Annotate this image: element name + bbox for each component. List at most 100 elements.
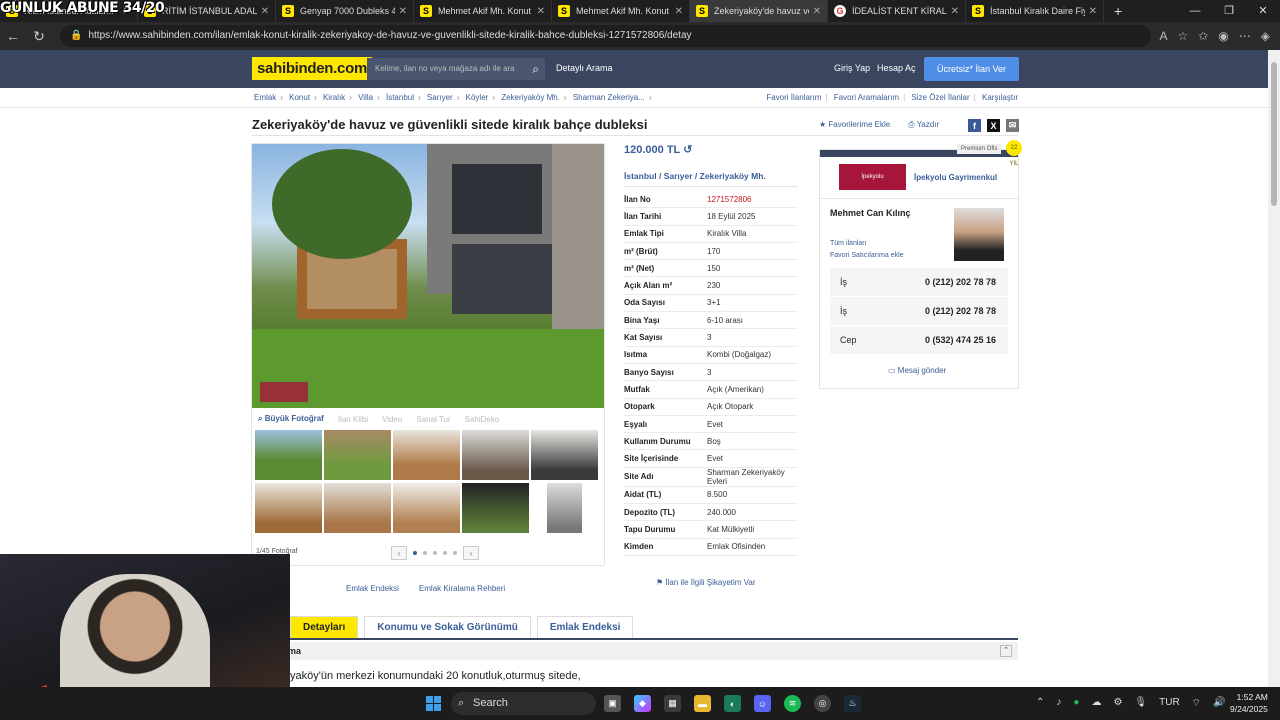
breadcrumb-item[interactable]: Köyler — [466, 93, 489, 102]
store-icon[interactable]: ▦ — [664, 695, 681, 712]
edge-icon[interactable]: ◐ — [724, 695, 741, 712]
pager-dot[interactable] — [433, 551, 437, 555]
location-district[interactable]: Sarıyer — [664, 171, 693, 181]
favorite-seller-link[interactable]: Favori Satıcılarıma ekle — [830, 252, 904, 259]
photo-thumbnail[interactable] — [462, 483, 529, 533]
new-tab-icon[interactable]: + — [1104, 3, 1132, 19]
tab-real-estate-index[interactable]: Emlak Endeksi — [536, 616, 634, 638]
complaint-link[interactable]: ⚑ İlan ile İlgili Şikayetim Var — [656, 578, 756, 587]
post-listing-button[interactable]: Ücretsiz* İlan Ver — [924, 57, 1019, 81]
close-icon[interactable]: ✕ — [1089, 6, 1097, 17]
login-link[interactable]: Giriş Yap — [834, 63, 870, 73]
browser-tab-active[interactable]: S Zekeriyaköy'de havuz ve gü... ✕ — [690, 0, 828, 22]
pager-dot[interactable] — [443, 551, 447, 555]
taskbar-search[interactable]: ⌕ Search — [451, 692, 596, 715]
volume-icon[interactable]: ♪ — [1056, 697, 1061, 710]
all-listings-link[interactable]: Tüm ilanları — [830, 240, 867, 247]
favorite-listings-link[interactable]: Favori İlanlarım — [766, 93, 821, 102]
main-photo[interactable] — [252, 144, 604, 408]
close-icon[interactable]: ✕ — [399, 6, 407, 17]
photo-thumbnail[interactable] — [255, 483, 322, 533]
chevron-right-icon[interactable]: › — [463, 546, 479, 560]
photo-thumbnail[interactable] — [393, 483, 460, 533]
breadcrumb-item[interactable]: Zekeriyaköy Mh. — [501, 93, 560, 102]
steam-icon[interactable]: ♨ — [844, 695, 861, 712]
close-icon[interactable]: ✕ — [951, 6, 959, 17]
tab-details[interactable]: Detayları — [290, 616, 359, 638]
browser-tab[interactable]: S Mehmet Akif Mh. Konut Fiy... ✕ — [414, 0, 552, 22]
wifi-icon[interactable]: ⌔ — [1192, 697, 1201, 710]
windows-start-icon[interactable] — [426, 696, 441, 711]
close-icon[interactable]: ✕ — [675, 6, 683, 17]
detailed-search-link[interactable]: Detaylı Arama — [556, 63, 613, 73]
search-input[interactable]: Kelime, ilan no veya mağaza adı ile ara ⌕ — [367, 58, 545, 80]
close-window-icon[interactable]: ✕ — [1246, 0, 1280, 22]
breadcrumb-item[interactable]: Sharman Zekeriya... — [573, 93, 645, 102]
print-button[interactable]: ⎙ Yazdır — [908, 120, 939, 130]
maximize-icon[interactable]: ❐ — [1212, 0, 1246, 22]
star-icon[interactable]: ☆ — [1177, 29, 1188, 43]
speaker-icon[interactable]: 🔊 — [1213, 697, 1225, 710]
breadcrumb-item[interactable]: Emlak — [254, 93, 276, 102]
copilot-icon[interactable]: ◈ — [1261, 29, 1270, 43]
add-favorite-button[interactable]: ★ Favorilerime Ekle — [819, 120, 890, 130]
browser-tab[interactable]: S Mehmet Akif Mh. Konut Fiy... ✕ — [552, 0, 690, 22]
status-icon[interactable]: ● — [1073, 697, 1079, 710]
minimize-icon[interactable]: — — [1178, 0, 1212, 22]
real-estate-index-link[interactable]: Emlak Endeksi — [346, 584, 399, 593]
profile-icon[interactable]: ◉ — [1218, 29, 1228, 43]
copilot-icon[interactable]: ◆ — [634, 695, 651, 712]
phone-number[interactable]: 0 (212) 202 78 78 — [925, 277, 996, 287]
close-icon[interactable]: ✕ — [537, 6, 545, 17]
location-city[interactable]: İstanbul — [624, 171, 657, 181]
photo-thumbnail[interactable] — [393, 430, 460, 480]
facebook-icon[interactable]: f — [968, 119, 981, 132]
language-indicator[interactable]: TUR — [1159, 697, 1180, 710]
send-message-button[interactable]: ▭ Mesaj gönder — [888, 366, 946, 375]
photo-thumbnail[interactable] — [547, 483, 582, 533]
browser-tab[interactable]: S Genyap 7000 Dubleks 4+1 ✕ — [276, 0, 414, 22]
tab-location-street-view[interactable]: Konumu ve Sokak Görünümü — [364, 616, 531, 638]
more-icon[interactable]: ⋯ — [1239, 29, 1251, 43]
spotify-icon[interactable]: ≋ — [784, 695, 801, 712]
breadcrumb-item[interactable]: Kiralık — [323, 93, 345, 102]
photo-thumbnail[interactable] — [324, 483, 391, 533]
collapse-icon[interactable]: ⌃ — [1000, 645, 1012, 657]
photo-thumbnail[interactable] — [255, 430, 322, 480]
register-link[interactable]: Hesap Aç — [877, 63, 916, 73]
obs-icon[interactable]: ◎ — [814, 695, 831, 712]
file-explorer-icon[interactable]: ▬ — [694, 695, 711, 712]
url-field[interactable]: 🔒 https://www.sahibinden.com/ilan/emlak-k… — [60, 25, 1152, 47]
close-icon[interactable]: ✕ — [261, 6, 269, 17]
reload-icon[interactable]: ↻ — [26, 28, 52, 45]
pager-dot[interactable] — [453, 551, 457, 555]
large-photo-tab[interactable]: ⌕ Büyük Fotoğraf — [258, 414, 324, 424]
mail-icon[interactable]: ✉ — [1006, 119, 1019, 132]
task-view-icon[interactable]: ▣ — [604, 695, 621, 712]
breadcrumb-item[interactable]: Villa — [358, 93, 373, 102]
scrollbar-thumb[interactable] — [1271, 62, 1277, 206]
pager-dot[interactable] — [423, 551, 427, 555]
favorites-icon[interactable]: ✩ — [1198, 29, 1208, 43]
breadcrumb-item[interactable]: Konut — [289, 93, 310, 102]
site-logo[interactable]: sahibinden.com — [252, 57, 372, 80]
pager-dot[interactable] — [413, 551, 417, 555]
breadcrumb-item[interactable]: İstanbul — [386, 93, 414, 102]
office-logo[interactable]: İpekyolu — [839, 164, 906, 190]
special-listings-link[interactable]: Size Özel İlanlar — [911, 93, 969, 102]
phone-number[interactable]: 0 (532) 474 25 16 — [925, 335, 996, 345]
compare-link[interactable]: Karşılaştır — [982, 93, 1018, 102]
history-icon[interactable]: ↺ — [683, 144, 692, 156]
browser-tab[interactable]: G İDEALİST KENT KİRALIK - G... ✕ — [828, 0, 966, 22]
close-icon[interactable]: ✕ — [813, 6, 821, 17]
phone-number[interactable]: 0 (212) 202 78 78 — [925, 306, 996, 316]
search-icon[interactable]: ⌕ — [532, 58, 539, 80]
network-icon[interactable]: ☁ — [1091, 697, 1101, 710]
discord-icon[interactable]: ☺ — [754, 695, 771, 712]
location-neighborhood[interactable]: Zekeriyaköy Mh. — [700, 171, 766, 181]
read-aloud-icon[interactable]: A — [1159, 29, 1167, 43]
favorite-searches-link[interactable]: Favori Aramalarım — [834, 93, 899, 102]
breadcrumb-item[interactable]: Sarıyer — [427, 93, 453, 102]
clock[interactable]: 1:52 AM 9/24/2025 — [1230, 691, 1268, 715]
photo-thumbnail[interactable] — [324, 430, 391, 480]
